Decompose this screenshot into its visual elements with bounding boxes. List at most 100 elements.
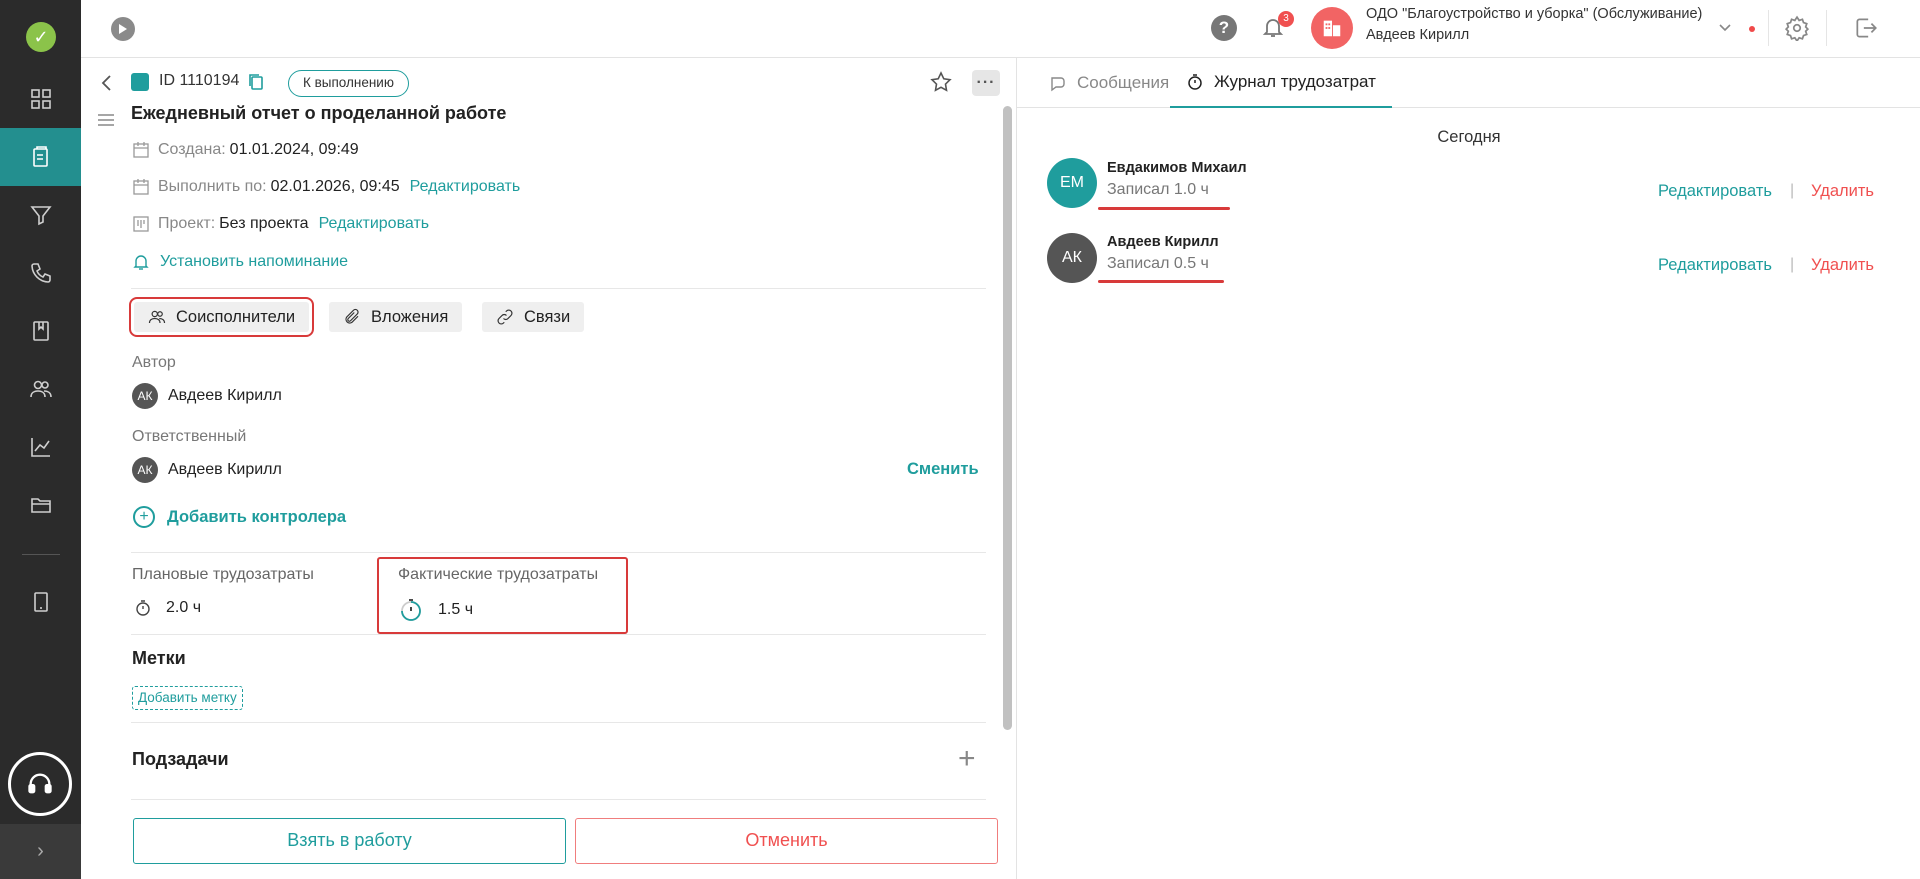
edit-due-link[interactable]: Редактировать [410,178,521,196]
cancel-task-button[interactable]: Отменить [575,818,998,864]
task-title: Ежедневный отчет о проделанной работе [131,103,507,123]
sidebar-item-knowledge[interactable] [0,302,81,360]
log-entry-edit-link[interactable]: Редактировать [1658,182,1772,201]
planned-effort-value: 2.0 ч [134,599,201,617]
sidebar-item-files[interactable] [0,476,81,534]
chevron-right-icon: › [37,840,44,862]
phone-icon [30,263,51,283]
building-icon [1323,20,1341,37]
add-subtask-plus-icon[interactable]: + [958,744,976,774]
notifications-button[interactable]: 3 [1261,11,1294,44]
responsible-row[interactable]: АК Авдеев Кирилл [132,457,282,483]
responsible-name: Авдеев Кирилл [168,461,282,478]
app-sidebar: ✓ › [0,0,81,879]
app-logo[interactable]: ✓ [26,22,56,52]
play-button[interactable] [111,17,135,41]
author-row[interactable]: АК Авдеев Кирилл [132,383,282,409]
status-dot [1749,26,1755,32]
copy-icon[interactable] [248,73,264,91]
task-id: ID 1110194 [159,72,240,89]
star-icon[interactable] [929,70,953,94]
add-tag-button[interactable]: Добавить метку [132,686,243,710]
sidebar-expand-button[interactable]: › [0,824,81,879]
sidebar-item-users[interactable] [0,360,81,418]
gear-icon[interactable] [1784,15,1810,41]
highlight-underline [1098,207,1230,210]
actual-effort-label: Фактические трудозатраты [398,566,599,583]
calendar-icon [133,179,149,195]
section-divider [131,552,986,553]
dashboard-icon [30,89,51,109]
separator: | [1790,256,1795,273]
help-icon[interactable]: ? [1211,15,1237,41]
org-name[interactable]: ОДО "Благоустройство и уборка" (Обслужив… [1366,6,1702,22]
links-label: Связи [524,307,571,326]
log-entry-delete-link[interactable]: Удалить [1811,256,1874,275]
book-icon [32,321,49,341]
more-options-button[interactable]: ··· [972,70,1000,96]
support-button[interactable] [8,752,72,816]
activity-panel: Сообщения Журнал трудозатрат Сегодня ЕМ … [1016,58,1920,879]
menu-icon[interactable] [97,112,115,128]
sidebar-item-calls[interactable] [0,244,81,302]
stopwatch-icon [136,600,150,616]
change-responsible-link[interactable]: Сменить [907,460,979,479]
coexecutors-button[interactable]: Соисполнители [128,297,315,337]
stopwatch-icon [1188,74,1202,90]
tasks-icon [32,146,48,167]
scrollbar-thumb[interactable] [1003,106,1012,730]
tab-messages[interactable]: Сообщения [1033,58,1185,108]
calendar-icon [133,142,149,158]
log-entry-author: Авдеев Кирилл [1107,234,1219,250]
section-divider [131,799,986,800]
created-label: Создана: [158,141,226,158]
author-label: Автор [132,354,176,371]
actual-effort-value[interactable]: 1.5 ч [398,597,473,623]
avatar: ЕМ [1047,158,1097,208]
day-separator: Сегодня [1437,128,1501,146]
add-controller-button[interactable]: + Добавить контролера [133,506,346,528]
planned-effort-text: 2.0 ч [166,599,202,616]
tab-work-log[interactable]: Журнал трудозатрат [1170,58,1392,108]
author-name: Авдеев Кирилл [168,387,282,404]
task-type-icon [131,73,149,91]
sidebar-item-filter[interactable] [0,186,81,244]
project-label: Проект: [158,215,216,232]
users-icon [148,310,166,324]
tags-title: Метки [132,648,186,668]
log-entry-text: Записал 1.0 ч [1107,181,1209,198]
set-reminder-link[interactable]: Установить напоминание [132,253,348,271]
log-entry-edit-link[interactable]: Редактировать [1658,256,1772,275]
sidebar-item-tasks[interactable] [0,128,81,186]
chat-icon [1051,77,1065,92]
headset-icon [28,773,52,794]
logout-icon[interactable] [1853,15,1879,41]
edit-project-link[interactable]: Редактировать [319,215,430,233]
separator: | [1790,182,1795,199]
back-arrow-icon[interactable] [97,72,117,94]
attachments-button[interactable]: Вложения [329,302,463,332]
log-entry-text: Записал 0.5 ч [1107,255,1209,272]
topbar-divider [1826,10,1827,46]
subtasks-title: Подзадачи [132,749,229,769]
links-button[interactable]: Связи [482,302,585,332]
sidebar-item-mobile[interactable] [0,573,81,631]
org-avatar[interactable] [1311,7,1353,49]
status-badge[interactable]: К выполнению [288,70,409,97]
due-label: Выполнить по: [158,178,267,195]
avatar: АК [1047,233,1097,283]
tablet-icon [33,592,48,612]
due-value: 02.01.2026, 09:45 [270,178,400,195]
sidebar-item-dashboard[interactable] [0,70,81,128]
project-icon [133,216,149,232]
due-row: Выполнить по: 02.01.2026, 09:45 Редактир… [132,176,520,198]
planned-effort-label: Плановые трудозатраты [132,566,314,583]
take-to-work-button[interactable]: Взять в работу [133,818,566,864]
chevron-down-icon[interactable] [1715,17,1735,37]
plus-circle-icon: + [133,506,155,528]
notifications-badge: 3 [1278,11,1294,27]
log-entry-delete-link[interactable]: Удалить [1811,182,1874,201]
stopwatch-icon [401,599,421,621]
current-user-name[interactable]: Авдеев Кирилл [1366,27,1469,43]
sidebar-item-analytics[interactable] [0,418,81,476]
